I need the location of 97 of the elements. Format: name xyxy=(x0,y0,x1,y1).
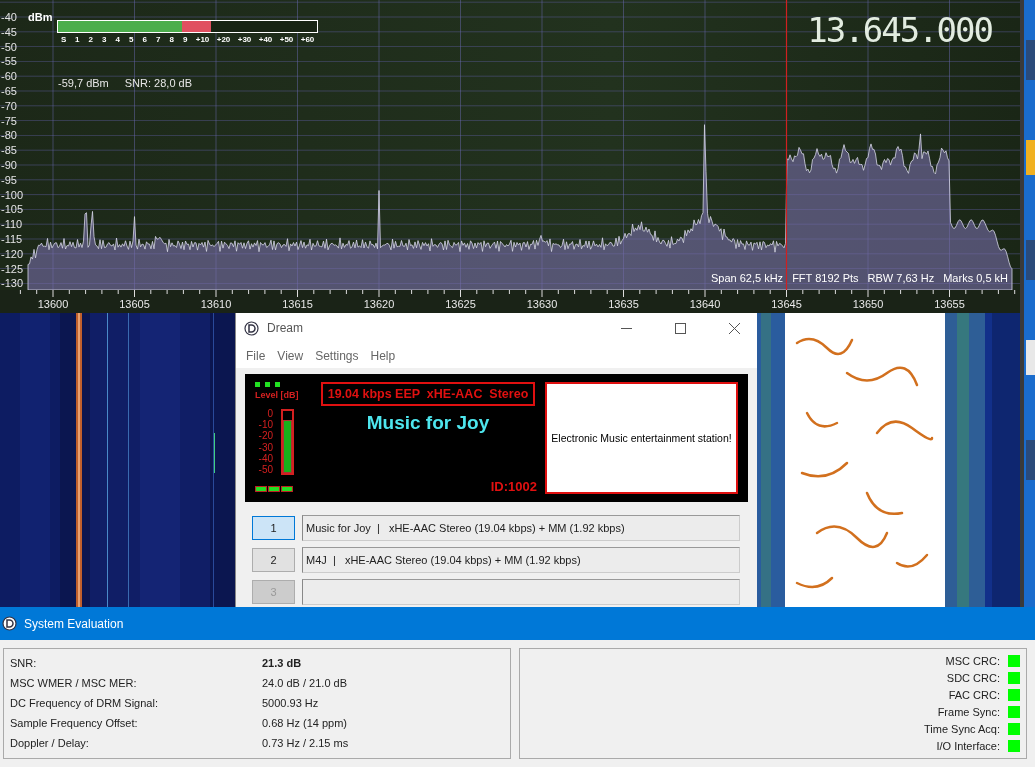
axis-label: -80 xyxy=(1,129,17,142)
measurement-value: 5000.93 Hz xyxy=(262,697,319,709)
fft-info: Marks 0,5 kH xyxy=(943,272,1008,284)
menu-item[interactable]: File xyxy=(242,346,270,365)
fft-info: FFT 8192 Pts xyxy=(792,272,859,284)
axis-label: 13655 xyxy=(934,298,965,310)
window-title: System Evaluation xyxy=(24,616,124,631)
measurement-value: 0.73 Hz / 2.15 ms xyxy=(262,737,349,749)
axis-label: -100 xyxy=(1,188,24,201)
service-button[interactable]: 1 xyxy=(252,516,295,540)
menu-item[interactable]: View xyxy=(273,346,308,365)
axis-label: -60 xyxy=(1,70,17,83)
app-icon xyxy=(2,616,17,631)
menu-item[interactable]: Settings xyxy=(311,346,363,365)
meter-scale-label: S xyxy=(60,35,68,44)
axis-label: 13650 xyxy=(852,298,884,310)
status-label: FAC CRC: xyxy=(948,689,1000,702)
axis-label: -40 xyxy=(1,11,17,23)
status-label: SDC CRC: xyxy=(946,672,1000,685)
fft-info: Span 62,5 kHz xyxy=(710,272,784,284)
meter-scale-label: 5 xyxy=(128,35,135,44)
level-label: Level [dB] xyxy=(255,390,300,400)
meter-scale-label: 3 xyxy=(101,35,108,44)
meter-scale-label: 4 xyxy=(114,35,121,44)
axis-label: -95 xyxy=(1,173,17,186)
service-field: Music for Joy | xHE-AAC Stereo (19.04 kbps) + MM (1.92 kbps) xyxy=(302,515,740,541)
axis-label: 13630 xyxy=(526,298,558,310)
frequency-display: 13.645.000 xyxy=(807,10,992,50)
axis-label: -130 xyxy=(1,277,24,290)
axis-label: 13610 xyxy=(200,298,232,310)
level-scale-label: -50 xyxy=(258,464,273,475)
service-button[interactable]: 2 xyxy=(252,548,295,572)
measurement-label: Doppler / Delay: xyxy=(10,737,90,749)
close-icon xyxy=(728,322,740,334)
meter-scale-label: 7 xyxy=(155,35,162,44)
axis-label: -65 xyxy=(1,85,17,97)
axis-label: 13640 xyxy=(689,298,721,310)
text-message: Electronic Music entertainment station! xyxy=(545,382,738,494)
axis-label: -125 xyxy=(1,262,24,275)
measurement-value: 21.3 dB xyxy=(262,657,302,669)
status-label: Frame Sync: xyxy=(937,705,1000,718)
axis-label: 13620 xyxy=(363,298,395,310)
axis-label: -120 xyxy=(1,247,24,260)
power-reading: -59,7 dBm xyxy=(58,77,109,89)
measurement-label: SNR: xyxy=(10,657,38,669)
app-icon xyxy=(244,320,259,336)
meter-scale-label: +60 xyxy=(299,35,316,44)
snr-reading: SNR: 28,0 dB xyxy=(124,77,192,89)
axis-label: -75 xyxy=(1,114,17,127)
station-id: ID:1002 xyxy=(490,479,537,494)
meter-scale-label: 8 xyxy=(168,35,175,44)
bitrate-info: 19.04 kbps EEP xHE-AAC Stereo xyxy=(320,382,536,406)
axis-label: 13615 xyxy=(282,298,313,310)
measurement-value: 0.68 Hz (14 ppm) xyxy=(262,717,347,729)
window-title: Dream xyxy=(267,321,304,335)
menu-item[interactable]: Help xyxy=(366,346,400,365)
axis-label: 13645 xyxy=(771,298,802,310)
axis-label: -85 xyxy=(1,144,17,157)
level-scale-label: -10 xyxy=(258,420,273,431)
meter-scale-label: 2 xyxy=(87,35,94,44)
axis-label: -50 xyxy=(1,40,17,53)
axis-label: -45 xyxy=(1,25,17,38)
meter-scale-label: 1 xyxy=(74,35,81,44)
status-label: I/O Interface: xyxy=(936,739,1000,752)
meter-scale-label: 9 xyxy=(182,35,189,44)
level-scale-label: 0 xyxy=(267,409,273,419)
axis-label: -110 xyxy=(1,218,23,231)
measurement-value: 24.0 dB / 21.0 dB xyxy=(262,677,347,689)
axis-label: -70 xyxy=(1,99,17,112)
service-field: M4J | xHE-AAC Stereo (19.04 kbps) + MM (1.92 kbps) xyxy=(302,547,740,573)
axis-label: -55 xyxy=(1,55,17,68)
level-scale-label: -20 xyxy=(258,431,273,442)
status-label: MSC CRC: xyxy=(945,655,1000,668)
level-scale-label: -40 xyxy=(258,453,273,464)
meter-scale-label: 6 xyxy=(141,35,148,44)
meter-scale-label: +40 xyxy=(257,35,274,44)
status-label: Time Sync Acq: xyxy=(924,722,1000,735)
axis-label: 13605 xyxy=(119,298,150,310)
meter-scale-label: +30 xyxy=(236,35,253,44)
axis-label: 13625 xyxy=(445,298,476,310)
level-scale-label: -30 xyxy=(258,442,273,453)
axis-label: -90 xyxy=(1,159,17,171)
axis-label: -115 xyxy=(1,233,23,245)
unit-label: dBm xyxy=(28,11,53,23)
axis-label: 13635 xyxy=(608,298,639,310)
measurement-label: DC Frequency of DRM Signal: xyxy=(10,697,159,709)
minimize-icon xyxy=(620,327,632,329)
axis-label: 13600 xyxy=(37,298,69,310)
meter-scale-label: +20 xyxy=(215,35,232,44)
measurement-label: MSC WMER / MSC MER: xyxy=(10,677,138,689)
meter-scale-label: +50 xyxy=(278,35,295,44)
fft-info: RBW 7,63 Hz xyxy=(867,272,935,284)
axis-label: -105 xyxy=(1,203,24,216)
station-name: Music for Joy xyxy=(366,412,490,435)
maximize-icon xyxy=(674,322,686,334)
measurement-label: Sample Frequency Offset: xyxy=(10,717,139,729)
meter-scale-label: +10 xyxy=(194,35,211,44)
